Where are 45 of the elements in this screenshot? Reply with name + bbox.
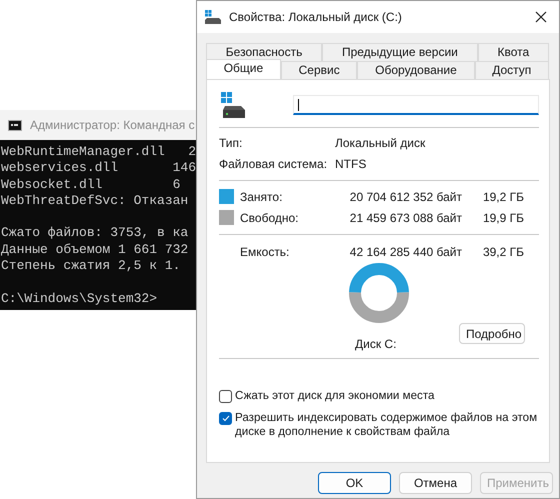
property-value: NTFS <box>335 157 368 171</box>
check-icon <box>222 415 230 422</box>
capacity-bytes: 42 164 285 440 байт <box>348 244 462 258</box>
usage-label: Свободно: <box>240 210 300 224</box>
usage-bytes: 20 704 612 352 байт <box>348 190 462 204</box>
console-line: Websocket.dll 6 <box>1 176 180 193</box>
checkbox-label: Сжать этот диск для экономии места <box>235 389 436 403</box>
console-line: Данные объемом 1 661 732 <box>1 242 188 258</box>
tab[interactable]: Доступ <box>474 61 550 79</box>
disk-usage-donut <box>349 263 409 323</box>
console-line: Сжато файлов: 3753, в ка <box>1 225 188 242</box>
drive-icon <box>205 10 221 24</box>
window-title: Администратор: Командная с <box>30 118 195 132</box>
dialog-button[interactable]: OK <box>318 472 391 494</box>
tab[interactable]: Сервис <box>280 61 358 79</box>
disk-label: Диск C: <box>355 337 396 351</box>
console-line: Степень сжатия 2,5 к 1. <box>1 258 180 274</box>
tab[interactable]: Предыдущие версии <box>322 43 478 61</box>
property-value: Локальный диск <box>335 136 426 150</box>
capacity-label: Емкость: <box>240 244 290 258</box>
usage-bytes: 21 459 673 088 байт <box>348 210 462 224</box>
console-line: webservices.dll 146 <box>1 160 196 177</box>
close-icon[interactable] <box>535 11 547 23</box>
capacity-size: 39,2 ГБ <box>482 244 524 258</box>
window-title: Свойства: Локальный диск (C:) <box>229 10 403 24</box>
console-icon <box>8 120 22 130</box>
usage-label: Занято: <box>240 190 284 204</box>
details-button[interactable]: Подробно <box>459 323 525 344</box>
checkbox-label: Разрешить индексировать содержимое файлов на этом диске в дополнение к свойствам файла <box>235 411 538 439</box>
tab[interactable]: Оборудование <box>357 61 474 79</box>
property-label: Тип: <box>219 136 244 150</box>
checkbox[interactable] <box>219 390 232 403</box>
checkbox[interactable] <box>219 412 232 425</box>
tab[interactable]: Общие <box>206 59 281 79</box>
drive-icon <box>221 92 247 118</box>
dialog-button[interactable]: Отмена <box>399 472 472 494</box>
property-label: Файловая система: <box>219 157 328 171</box>
console-line: C:\Windows\System32> <box>1 290 158 307</box>
usage-size: 19,9 ГБ <box>482 210 524 224</box>
usage-size: 19,2 ГБ <box>482 190 524 204</box>
name-field[interactable] <box>293 95 539 115</box>
console-line: WebThreatDefSvc: Отказан <box>1 192 188 210</box>
tab[interactable]: Квота <box>478 43 549 61</box>
tab[interactable]: Безопасность <box>206 43 322 61</box>
console-line: WebRuntimeManager.dll 2 <box>1 144 196 160</box>
